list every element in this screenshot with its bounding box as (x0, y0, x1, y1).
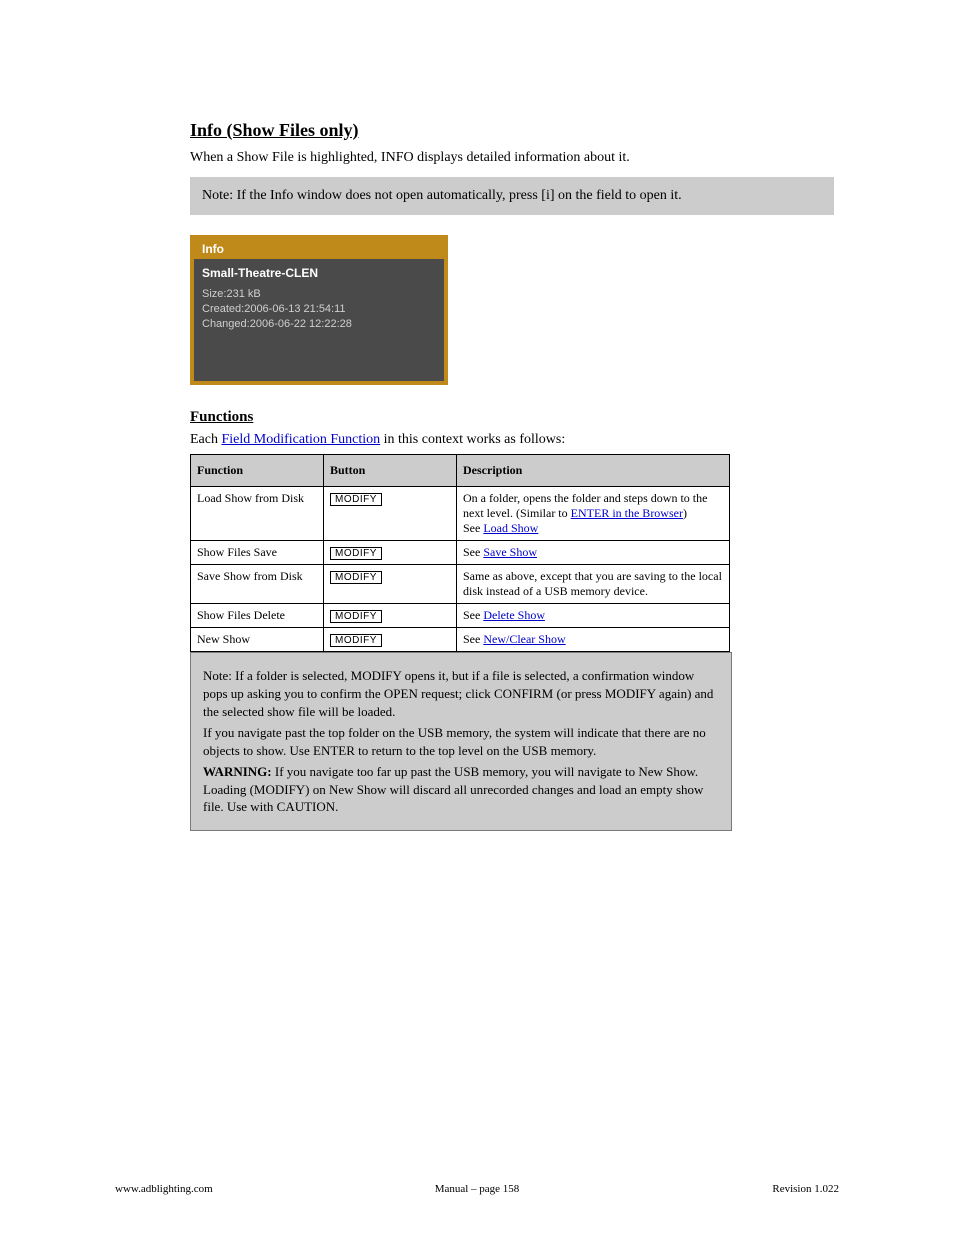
info-panel-showname: Small-Theatre-CLEN (202, 265, 436, 281)
info-changed-label: Changed: (202, 318, 250, 330)
info-panel-body: Small-Theatre-CLEN Size:231 kB Created:2… (194, 259, 444, 382)
modify-button[interactable]: MODIFY (330, 547, 382, 560)
footer-left: www.adblighting.com (115, 1183, 213, 1195)
modify-button[interactable]: MODIFY (330, 634, 382, 647)
fn-description: See New/Clear Show (457, 628, 730, 652)
functions-heading: Functions (190, 409, 834, 426)
fn-button-cell: MODIFY (324, 604, 457, 628)
info-panel-changed-row: Changed:2006-06-22 12:22:28 (202, 317, 436, 332)
see-section: See Load Show (463, 521, 723, 536)
section-intro: When a Show File is highlighted, INFO di… (190, 149, 834, 167)
col-header-function: Function (191, 455, 324, 487)
fn-button-cell: MODIFY (324, 565, 457, 604)
fn-description: Same as above, except that you are savin… (457, 565, 730, 604)
footer-right: Revision 1.022 (772, 1183, 839, 1195)
load-show-link[interactable]: Load Show (483, 521, 538, 535)
table-row: Show Files Delete MODIFY See Delete Show (191, 604, 730, 628)
desc-post: ) (683, 506, 687, 520)
info-panel-created-row: Created:2006-06-13 21:54:11 (202, 302, 436, 317)
note-line-1: Note: If a folder is selected, MODIFY op… (203, 667, 719, 720)
delete-show-link[interactable]: Delete Show (483, 608, 545, 622)
desc-pre: See (463, 545, 483, 559)
save-show-link[interactable]: Save Show (483, 545, 537, 559)
desc-pre: See (463, 608, 483, 622)
enter-in-browser-link[interactable]: ENTER in the Browser (571, 506, 683, 520)
info-changed-value: 2006-06-22 12:22:28 (250, 318, 352, 330)
functions-intro: Each Field Modification Function in this… (190, 432, 834, 448)
col-header-button: Button (324, 455, 457, 487)
fn-description: On a folder, opens the folder and steps … (457, 487, 730, 541)
note-line-2: If you navigate past the top folder on t… (203, 724, 719, 759)
col-header-description: Description (457, 455, 730, 487)
table-row: Load Show from Disk MODIFY On a folder, … (191, 487, 730, 541)
functions-bottom-note: Note: If a folder is selected, MODIFY op… (190, 652, 732, 830)
fn-button-cell: MODIFY (324, 487, 457, 541)
modify-button[interactable]: MODIFY (330, 610, 382, 623)
fn-name: Load Show from Disk (191, 487, 324, 541)
warning-text: If you navigate too far up past the USB … (203, 764, 703, 814)
note-warning: WARNING: If you navigate too far up past… (203, 763, 719, 816)
fn-name: New Show (191, 628, 324, 652)
new-clear-show-link[interactable]: New/Clear Show (483, 632, 565, 646)
functions-intro-post: in this context works as follows: (380, 432, 565, 447)
desc-pre: Same as above, except that you are savin… (463, 569, 722, 598)
fn-button-cell: MODIFY (324, 628, 457, 652)
page-footer: www.adblighting.com Manual – page 158 Re… (0, 1183, 954, 1195)
fn-name: Show Files Delete (191, 604, 324, 628)
info-panel: Info Small-Theatre-CLEN Size:231 kB Crea… (190, 235, 448, 386)
table-header-row: Function Button Description (191, 455, 730, 487)
info-panel-titlebar: Info (194, 239, 444, 259)
page: Info (Show Files only) When a Show File … (0, 0, 954, 1235)
functions-table: Function Button Description Load Show fr… (190, 454, 730, 652)
info-note-box: Note: If the Info window does not open a… (190, 177, 834, 215)
section-title: Info (Show Files only) (190, 120, 834, 141)
info-created-label: Created: (202, 303, 244, 315)
info-size-value: 231 kB (226, 288, 260, 300)
modify-button[interactable]: MODIFY (330, 493, 382, 506)
info-size-label: Size: (202, 288, 226, 300)
table-row: New Show MODIFY See New/Clear Show (191, 628, 730, 652)
fn-description: See Save Show (457, 541, 730, 565)
warning-label: WARNING: (203, 764, 272, 779)
fn-button-cell: MODIFY (324, 541, 457, 565)
functions-intro-pre: Each (190, 432, 221, 447)
desc-pre: See (463, 632, 483, 646)
fn-description: See Delete Show (457, 604, 730, 628)
info-created-value: 2006-06-13 21:54:11 (244, 303, 345, 315)
field-modification-function-link[interactable]: Field Modification Function (221, 432, 380, 447)
fn-name: Show Files Save (191, 541, 324, 565)
table-row: Show Files Save MODIFY See Save Show (191, 541, 730, 565)
info-panel-size-row: Size:231 kB (202, 287, 436, 302)
fn-name: Save Show from Disk (191, 565, 324, 604)
modify-button[interactable]: MODIFY (330, 571, 382, 584)
table-row: Save Show from Disk MODIFY Same as above… (191, 565, 730, 604)
